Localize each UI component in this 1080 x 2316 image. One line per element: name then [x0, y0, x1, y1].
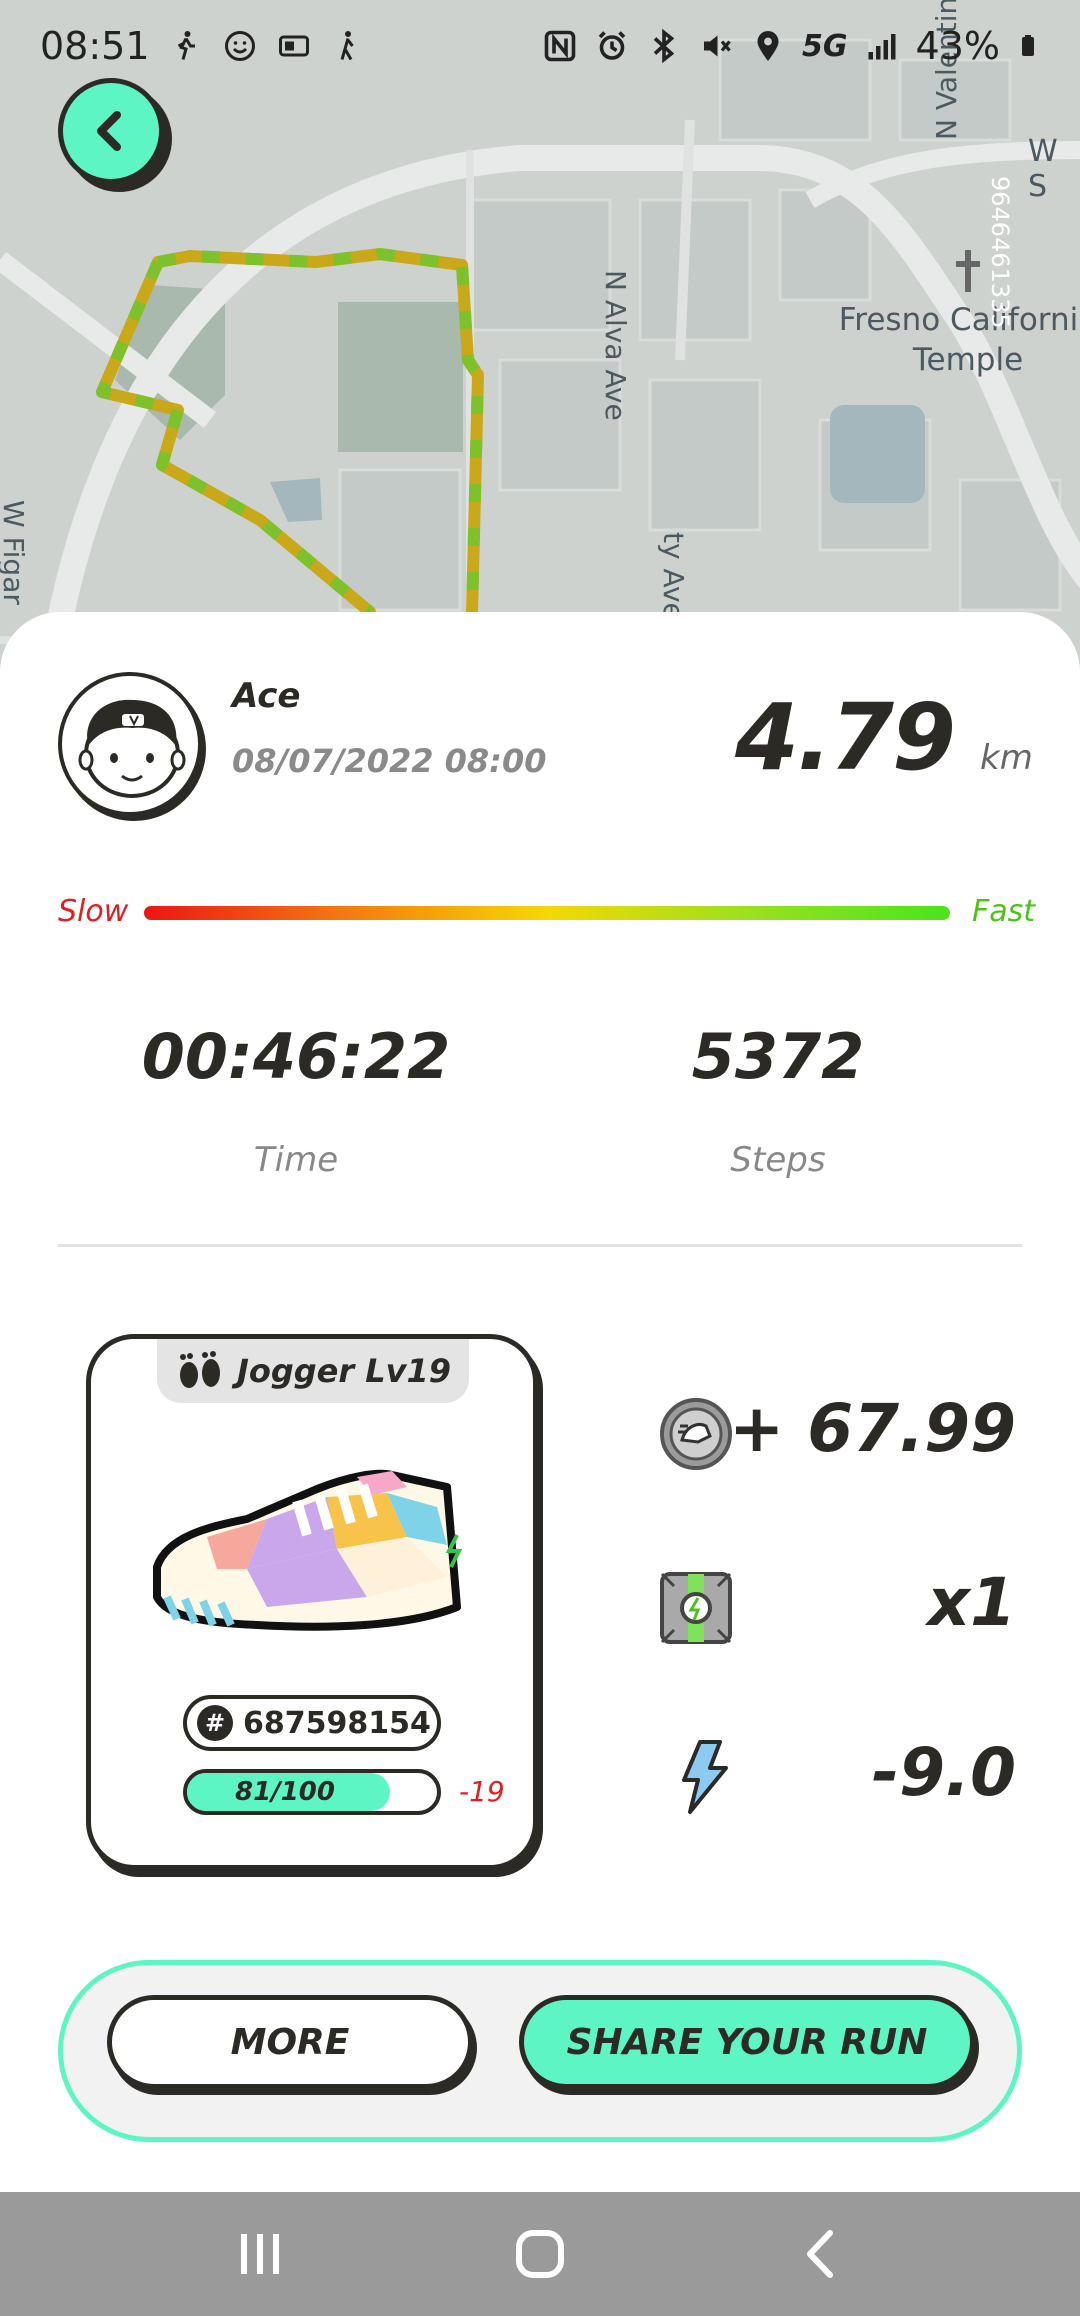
map-label-ws: W S — [1028, 134, 1058, 204]
distance-value: 4.79 — [735, 684, 956, 791]
walk-icon — [177, 31, 195, 60]
durability-bar: 81/100 — [183, 1769, 441, 1815]
hiker-icon — [340, 31, 354, 61]
shoe-id: 687598154 — [243, 1705, 431, 1741]
shoe-id-badge: # 687598154 — [183, 1695, 441, 1751]
speed-fast-label: Fast — [972, 894, 1036, 929]
energy-bolt-icon — [682, 1740, 728, 1814]
speed-slow-label: Slow — [58, 894, 129, 929]
steps-value: 5372 — [691, 1020, 865, 1093]
status-time: 08:51 — [40, 24, 150, 68]
route-map[interactable]: N Valentin W S Fresno California Temple … — [0, 0, 1080, 700]
recents-icon — [241, 2234, 279, 2274]
card-icon — [278, 35, 309, 57]
share-run-button[interactable]: SHARE YOUR RUN — [519, 1995, 975, 2089]
system-nav-bar — [0, 2192, 1080, 2316]
footprints-icon — [179, 1351, 220, 1388]
action-bar: MORE SHARE YOUR RUN — [58, 1960, 1022, 2142]
system-back-icon — [807, 2230, 833, 2278]
map-label-plus-code: 9646461335 — [986, 176, 1014, 329]
back-button[interactable] — [58, 78, 164, 184]
alarm-icon — [598, 31, 626, 60]
speed-gradient-bar — [144, 906, 950, 920]
user-name: Ace — [232, 676, 301, 716]
token-reward-value: + 67.99 — [728, 1390, 1016, 1467]
system-back-button[interactable] — [770, 2204, 870, 2304]
run-date: 08/07/2022 08:00 — [232, 742, 547, 780]
mute-icon — [704, 35, 731, 57]
signal-icon — [868, 34, 896, 60]
mystery-box-count: x1 — [927, 1564, 1017, 1641]
battery-percent: 43% — [915, 24, 1000, 68]
gst-token-icon — [660, 1398, 732, 1470]
shoe-level-tag: Jogger Lv19 — [157, 1339, 469, 1403]
recents-button[interactable] — [210, 2204, 310, 2304]
location-icon — [757, 31, 779, 61]
avatar[interactable] — [58, 672, 202, 816]
map-label-figaro: W Figar — [0, 500, 30, 605]
network-type: 5G — [802, 28, 848, 64]
bluetooth-icon — [653, 28, 675, 64]
shoe-card[interactable]: Jogger Lv19 # 687598154 81/100 -19 — [86, 1334, 538, 1870]
time-value: 00:46:22 — [141, 1020, 451, 1093]
divider — [58, 1244, 1022, 1247]
mystery-box-icon — [660, 1572, 732, 1644]
shoe-level-label: Jogger Lv19 — [236, 1352, 452, 1390]
sneaker-image — [153, 1469, 463, 1631]
energy-value: -9.0 — [871, 1734, 1016, 1811]
map-label-alva: N Alva Ave — [599, 270, 632, 421]
map-label-temple: Fresno California Temple — [838, 302, 1080, 378]
status-bar: 08:51 5G 43% — [0, 0, 1080, 92]
time-label: Time — [253, 1140, 339, 1180]
distance-unit: km — [980, 738, 1033, 778]
home-button[interactable] — [490, 2204, 590, 2304]
steps-label: Steps — [730, 1140, 826, 1180]
avatar-face-icon — [78, 699, 186, 798]
run-summary-sheet: Ace 08/07/2022 08:00 4.79 km Slow Fast 0… — [0, 612, 1080, 2192]
durability-delta: -19 — [459, 1775, 505, 1808]
more-button[interactable]: MORE — [107, 1995, 473, 2089]
durability-text: 81/100 — [235, 1777, 335, 1807]
chevron-left-icon — [97, 111, 121, 151]
smile-icon — [224, 31, 255, 61]
map-label-ty-ave: ty Ave — [657, 532, 690, 620]
hash-icon: # — [197, 1705, 233, 1741]
nfc-icon — [544, 30, 576, 62]
battery-icon — [1022, 35, 1034, 56]
home-icon — [516, 2230, 564, 2278]
